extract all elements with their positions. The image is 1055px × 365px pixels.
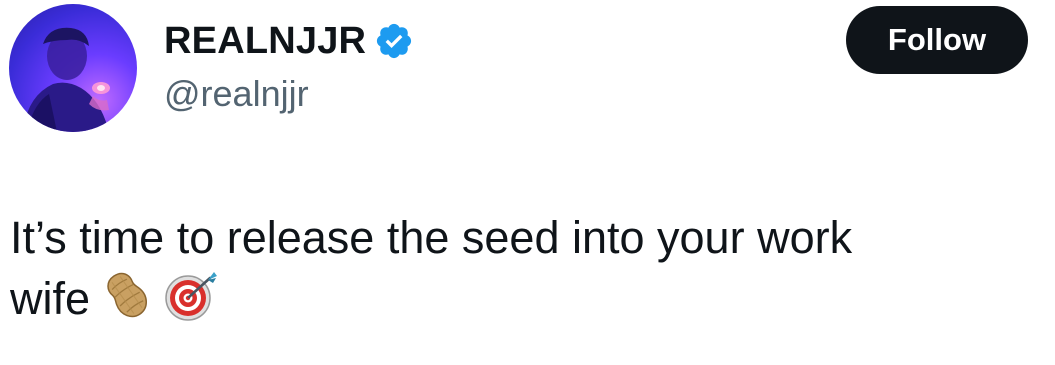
bullseye-icon xyxy=(164,268,220,337)
name-row: REALNJJR xyxy=(164,18,414,64)
author-info: REALNJJR @realnjjr xyxy=(164,18,414,116)
handle[interactable]: @realnjjr xyxy=(164,72,414,116)
verified-badge-icon[interactable] xyxy=(374,21,414,61)
tweet-card: REALNJJR @realnjjr Follow It’s time to r… xyxy=(0,0,1055,365)
follow-button[interactable]: Follow xyxy=(846,6,1028,74)
peanut-icon xyxy=(100,268,154,337)
avatar[interactable] xyxy=(9,4,137,132)
tweet-text-line-2: wife xyxy=(10,268,1040,337)
display-name[interactable]: REALNJJR xyxy=(164,18,366,64)
tweet-text-line-2-text: wife xyxy=(10,273,91,324)
tweet-text: It’s time to release the seed into your … xyxy=(10,208,1040,337)
tweet-text-line-1: It’s time to release the seed into your … xyxy=(10,212,853,263)
avatar-photo-icon xyxy=(23,27,110,132)
